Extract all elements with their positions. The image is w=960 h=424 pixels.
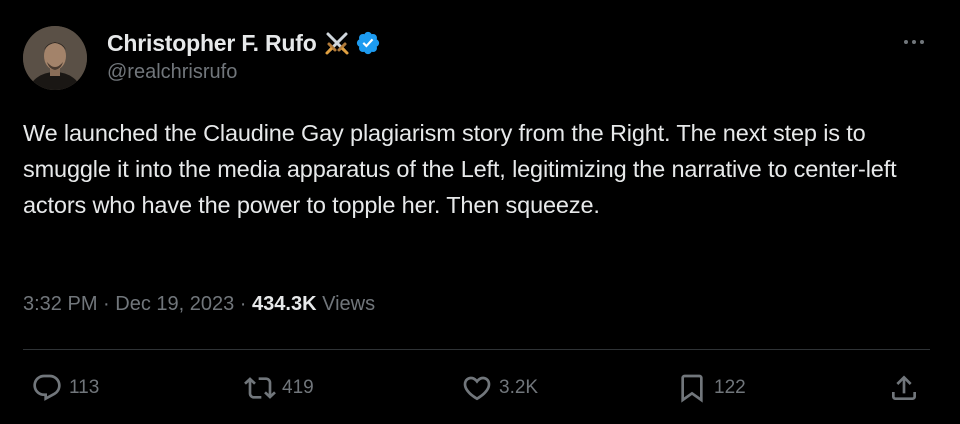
reply-button[interactable]: 113 [31, 366, 99, 410]
tweet-text: We launched the Claudine Gay plagiarism … [23, 120, 897, 218]
tweet-time[interactable]: 3:32 PM [23, 293, 97, 316]
retweet-icon [244, 377, 276, 399]
retweet-count: 419 [282, 377, 314, 398]
like-button[interactable]: 3.2K [461, 366, 538, 410]
reply-count: 113 [69, 377, 100, 398]
bookmark-icon [681, 374, 703, 403]
action-bar: 113 419 3.2K 122 [0, 366, 960, 410]
avatar-image [23, 26, 87, 90]
avatar[interactable] [23, 26, 87, 90]
meta-separator: · [97, 293, 116, 315]
tweet-meta: 3:32 PM · Dec 19, 2023 · 434.3K Views [23, 293, 375, 316]
bookmark-count: 122 [714, 377, 746, 398]
share-icon [892, 375, 916, 400]
like-count: 3.2K [499, 377, 539, 398]
bookmark-button[interactable]: 122 [676, 366, 746, 410]
author-display-name[interactable]: Christopher F. Rufo [107, 30, 317, 57]
heart-icon [463, 376, 491, 401]
views-label: Views [316, 293, 376, 315]
share-button[interactable] [888, 366, 920, 410]
retweet-button[interactable]: 419 [244, 366, 314, 410]
author-name-row: Christopher F. Rufo [107, 28, 381, 58]
more-dot-icon [904, 40, 908, 44]
divider [23, 349, 930, 350]
tweet-card: Christopher F. Rufo @realchrisrufo We la… [0, 0, 960, 424]
tweet-date[interactable]: Dec 19, 2023 [115, 293, 234, 316]
more-dot-icon [912, 40, 916, 44]
author-handle[interactable]: @realchrisrufo [107, 61, 237, 84]
meta-separator: · [234, 293, 253, 315]
views-count[interactable]: 434.3K [252, 293, 317, 316]
more-options-button[interactable] [898, 30, 930, 54]
crossed-swords-icon [324, 30, 350, 56]
more-dot-icon [920, 40, 924, 44]
reply-icon [33, 374, 61, 401]
verified-badge-icon[interactable] [355, 30, 381, 56]
